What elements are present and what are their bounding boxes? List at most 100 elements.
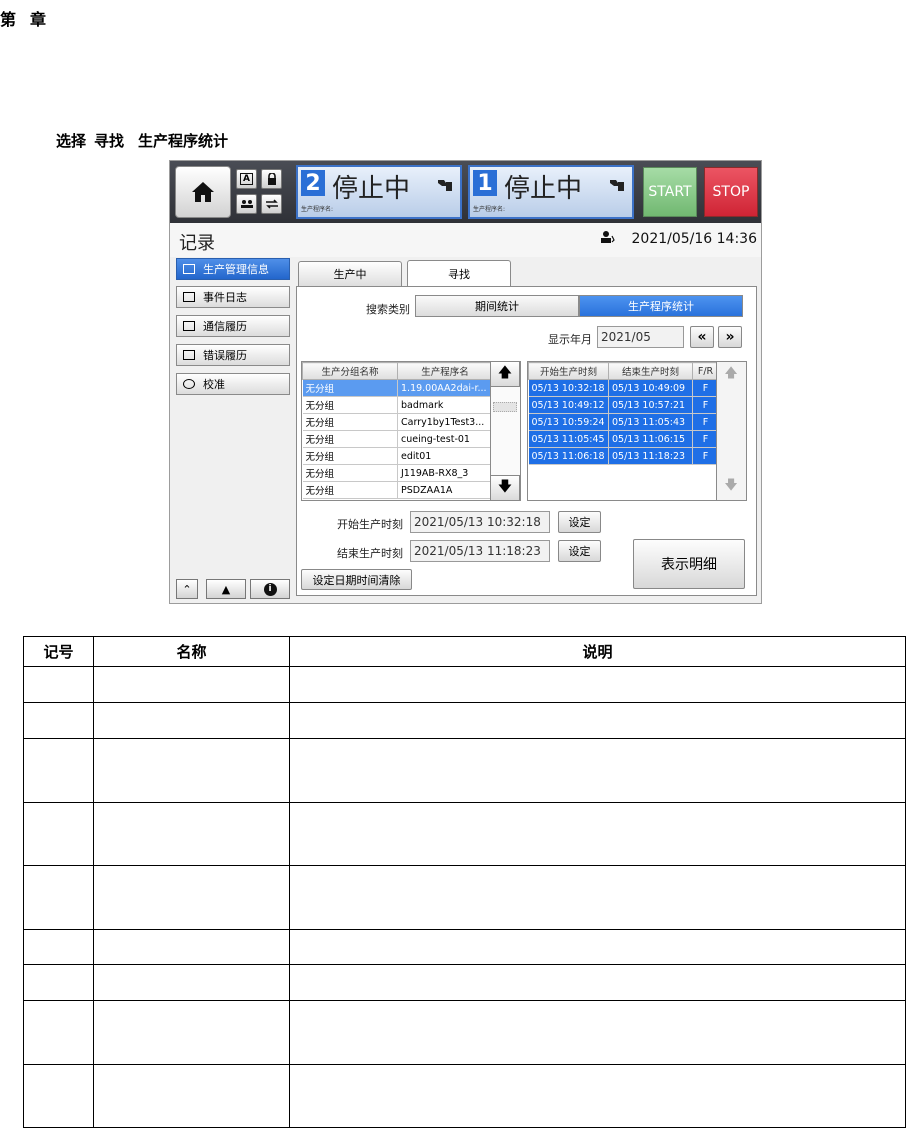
hand-icon xyxy=(436,177,454,198)
table-row[interactable]: 05/13 10:59:24 05/13 11:05:43 F xyxy=(528,413,716,431)
program-cell: PSDZAA1A xyxy=(397,481,490,499)
user-level-button[interactable]: A xyxy=(236,169,257,189)
warning-icon: ▲ xyxy=(221,582,231,596)
end-time-cell: 05/13 10:57:21 xyxy=(608,396,693,414)
program-cell: cueing-test-01 xyxy=(397,430,490,448)
previous-month-button[interactable]: « xyxy=(690,326,714,348)
table-row[interactable]: 无分组 badmark xyxy=(302,396,490,414)
sidebar-item-communication-history[interactable]: 通信履历 xyxy=(176,315,290,337)
lane-2-status[interactable]: 2 停止中 生产程序名: xyxy=(296,165,462,219)
table-row[interactable]: 05/13 11:06:18 05/13 11:18:23 F xyxy=(528,447,716,465)
program-statistics-option[interactable]: 生产程序统计 xyxy=(579,295,743,317)
search-panel: 搜索类别 期间统计 生产程序统计 显示年月 2021/05 « » 生产分组名称… xyxy=(296,286,757,596)
group-cell: 无分组 xyxy=(302,464,398,482)
calibration-icon xyxy=(183,379,195,389)
chart-icon xyxy=(183,264,195,274)
lane-2-program-label: 生产程序名: xyxy=(301,206,334,213)
end-time-label: 结束生产时刻 xyxy=(337,547,403,560)
home-icon xyxy=(192,182,214,202)
table-row[interactable]: 无分组 Carry1by1Test3... xyxy=(302,413,490,431)
lane-1-number: 1 xyxy=(473,170,497,196)
table-row[interactable]: 无分组 cueing-test-01 xyxy=(302,430,490,448)
alert-button[interactable]: ▲ xyxy=(206,579,246,599)
column-header: 说明 xyxy=(289,636,906,667)
operator-icon xyxy=(601,231,615,246)
end-time-field[interactable]: 2021/05/13 11:18:23 xyxy=(410,540,550,562)
lock-button[interactable] xyxy=(261,169,282,189)
start-time-label: 开始生产时刻 xyxy=(337,518,403,531)
column-header: 生产分组名称 xyxy=(302,362,398,380)
table-row[interactable]: 无分组 edit01 xyxy=(302,447,490,465)
column-header: 开始生产时刻 xyxy=(528,362,609,380)
lock-icon xyxy=(267,173,276,185)
program-list-scrollbar[interactable]: 🡅 🡇 xyxy=(490,361,521,501)
table-row[interactable]: 05/13 10:32:18 05/13 10:49:09 F xyxy=(528,379,716,397)
table-row xyxy=(23,964,906,1001)
arrow-down-icon: 🡇 xyxy=(497,479,513,495)
log-icon xyxy=(183,292,195,302)
sidebar-item-error-history[interactable]: 错误履历 xyxy=(176,344,290,366)
start-time-field[interactable]: 2021/05/13 10:32:18 xyxy=(410,511,550,533)
info-button[interactable]: i xyxy=(250,579,290,599)
sidebar-item-event-log[interactable]: 事件日志 xyxy=(176,286,290,308)
show-details-button[interactable]: 表示明细 xyxy=(633,539,745,589)
sidebar-item-calibration[interactable]: 校准 xyxy=(176,373,290,395)
table-row xyxy=(23,738,906,803)
chapter-heading: 第章 xyxy=(0,6,60,30)
lane-cell: F xyxy=(692,430,716,448)
home-button[interactable] xyxy=(175,166,231,218)
sidebar-item-label: 校准 xyxy=(203,378,225,391)
display-month-field[interactable]: 2021/05 xyxy=(597,326,684,348)
tab-in-production[interactable]: 生产中 xyxy=(298,261,402,286)
sidebar-item-production-info[interactable]: 生产管理信息 xyxy=(176,258,290,280)
communication-icon xyxy=(183,321,195,331)
table-row xyxy=(23,702,906,739)
lane-cell: F xyxy=(692,447,716,465)
table-row[interactable]: 无分组 PSDZAA1A xyxy=(302,481,490,499)
period-statistics-option[interactable]: 期间统计 xyxy=(415,295,579,317)
transfer-button[interactable] xyxy=(261,194,282,214)
set-start-time-button[interactable]: 设定 xyxy=(558,511,601,533)
operators-button[interactable] xyxy=(236,194,257,214)
next-month-button[interactable]: » xyxy=(718,326,742,348)
info-icon: i xyxy=(263,582,277,596)
double-chevron-up-icon: ⌃ xyxy=(182,582,192,596)
start-time-cell: 05/13 11:06:18 xyxy=(528,447,609,465)
scroll-thumb[interactable] xyxy=(493,402,517,412)
arrow-up-icon: 🡅 xyxy=(497,365,513,381)
lane-1-status[interactable]: 1 停止中 生产程序名: xyxy=(468,165,634,219)
section-title-part-3: 生产程序统计 xyxy=(138,132,229,150)
users-icon xyxy=(240,200,253,208)
clear-datetime-button[interactable]: 设定日期时间清除 xyxy=(301,569,412,590)
column-header: 生产程序名 xyxy=(397,362,490,380)
program-cell: 1.19.00AA2dai-r... xyxy=(397,379,490,397)
scroll-down-button[interactable]: 🡇 xyxy=(490,475,520,501)
scroll-up-button[interactable]: 🡅 xyxy=(490,361,520,387)
table-row[interactable]: 无分组 J119AB-RX8_3 xyxy=(302,464,490,482)
table-row[interactable]: 05/13 10:49:12 05/13 10:57:21 F xyxy=(528,396,716,414)
tab-search[interactable]: 寻找 xyxy=(407,260,511,287)
sidebar-item-label: 生产管理信息 xyxy=(203,263,269,276)
stop-button[interactable]: STOP xyxy=(704,167,758,217)
group-cell: 无分组 xyxy=(302,379,398,397)
arrow-down-icon[interactable]: 🡇 xyxy=(717,476,745,498)
table-row[interactable]: 无分组 1.19.00AA2dai-r... xyxy=(302,379,490,397)
start-button[interactable]: START xyxy=(643,167,697,217)
column-header: 名称 xyxy=(93,636,290,667)
set-end-time-button[interactable]: 设定 xyxy=(558,540,601,562)
chapter-suffix: 章 xyxy=(30,10,47,29)
table-row[interactable]: 05/13 11:05:45 05/13 11:06:15 F xyxy=(528,430,716,448)
table-row xyxy=(23,1064,906,1128)
machine-screen: A 2 停止中 生产程序名: 1 停止中 生产程序名: START STOP 记… xyxy=(169,160,762,604)
lane-2-number: 2 xyxy=(301,170,325,196)
title-bar: 记录 2021/05/16 14:36 xyxy=(170,223,761,257)
collapse-button[interactable]: ⌃ xyxy=(176,579,198,599)
record-list-scrollbar[interactable]: 🡅 🡇 xyxy=(717,361,747,501)
arrow-up-icon[interactable]: 🡅 xyxy=(717,364,745,386)
warning-icon xyxy=(183,350,195,360)
section-title-part-2: 寻找 xyxy=(94,132,125,150)
production-record-list: 开始生产时刻 结束生产时刻 F/R 05/13 10:32:18 05/13 10:4… xyxy=(527,361,717,501)
lane-1-state: 停止中 xyxy=(504,174,583,204)
table-row xyxy=(23,802,906,866)
group-cell: 无分组 xyxy=(302,481,398,499)
